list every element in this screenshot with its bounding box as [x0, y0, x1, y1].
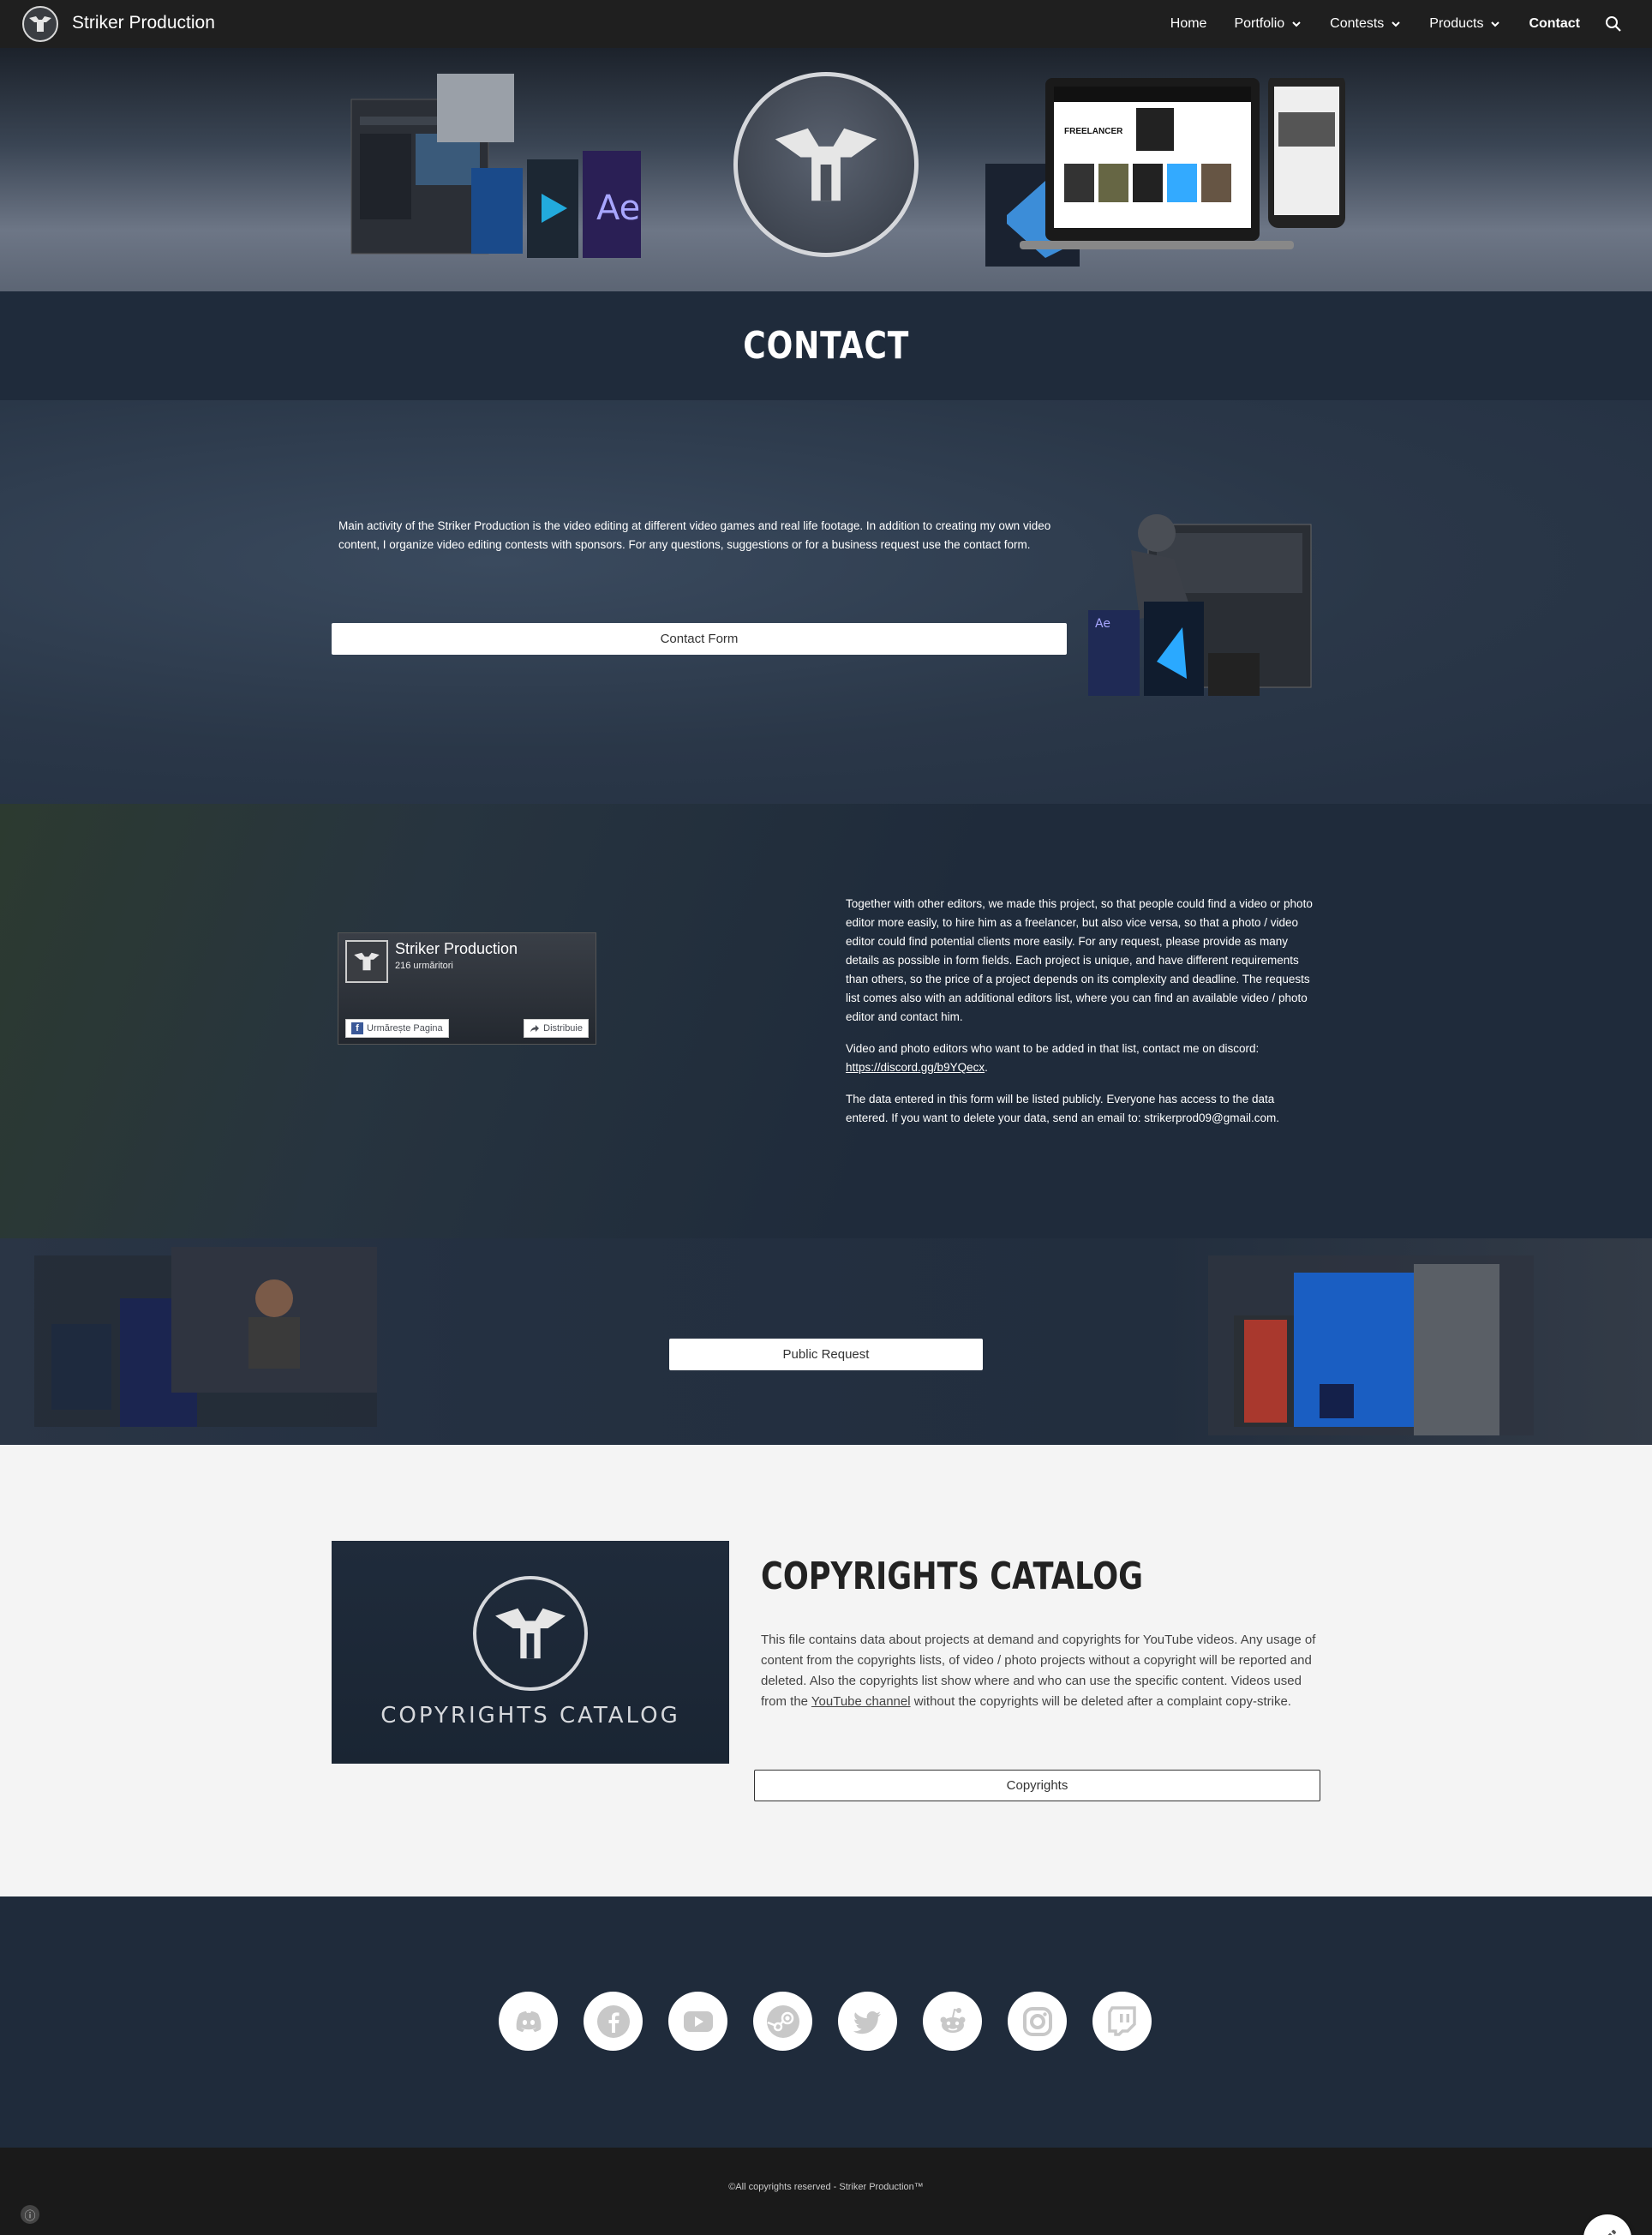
web-design-devices-image: FREELANCER — [985, 78, 1345, 267]
info-icon[interactable]: ⓘ — [21, 2205, 39, 2224]
page-title: CONTACT — [743, 324, 909, 368]
nav-item-portfolio[interactable]: Portfolio — [1234, 16, 1302, 32]
brand-logo-icon — [473, 1576, 588, 1691]
chevron-down-icon — [1292, 21, 1301, 27]
twitter-icon — [853, 2010, 881, 2034]
facebook-follow-button[interactable]: f Urmărește Pagina — [345, 1019, 449, 1038]
main-nav: Home Portfolio Contests Products Contact — [1143, 0, 1623, 48]
twitch-link-button[interactable] — [1092, 1992, 1152, 2051]
nav-item-home[interactable]: Home — [1170, 16, 1207, 32]
discord-link[interactable]: https://discord.gg/b9YQecx — [846, 1061, 985, 1074]
top-navigation-bar: Striker Production Home Portfolio Contes… — [0, 0, 1652, 48]
svg-text:Ae: Ae — [1095, 617, 1110, 631]
discord-prefix: Video and photo editors who want to be a… — [846, 1042, 1260, 1055]
video-editor-screens-image — [34, 1247, 377, 1427]
nav-item-contact[interactable]: Contact — [1529, 16, 1580, 32]
copyrights-description: This file contains data about projects a… — [761, 1630, 1320, 1712]
search-icon[interactable] — [1604, 15, 1623, 33]
discord-icon — [516, 2010, 541, 2032]
page-title-band: CONTACT — [0, 291, 1652, 400]
facebook-icon: f — [351, 1022, 363, 1034]
contact-intro-text: Main activity of the Striker Production … — [338, 519, 1051, 551]
instagram-link-button[interactable] — [1008, 1992, 1067, 2051]
youtube-channel-link[interactable]: YouTube channel — [811, 1694, 911, 1709]
discord-link-button[interactable] — [499, 1992, 558, 2051]
social-links-section — [0, 1896, 1652, 2148]
pencil-icon — [1607, 2230, 1616, 2235]
svg-text:Ae: Ae — [596, 189, 640, 228]
facebook-share-button[interactable]: Distribuie — [524, 1019, 589, 1038]
copyrights-button[interactable]: Copyrights — [754, 1770, 1320, 1801]
reddit-link-button[interactable] — [923, 1992, 982, 2051]
social-icons-row — [499, 1992, 1152, 2051]
discord-suffix: . — [985, 1061, 988, 1074]
facebook-page-widget[interactable]: Striker Production 216 urmăritori f Urmă… — [338, 932, 596, 1045]
nav-label: Home — [1170, 16, 1207, 31]
copyrights-text-end: without the copyrights will be deleted a… — [910, 1694, 1291, 1709]
contact-form-button[interactable]: Contact Form — [332, 623, 1067, 655]
chevron-down-icon — [1491, 21, 1500, 27]
copyrights-image-label: COPYRIGHTS CATALOG — [380, 1703, 680, 1729]
site-title[interactable]: Striker Production — [72, 13, 215, 33]
copyrights-title: COPYRIGHTS CATALOG — [761, 1555, 1144, 1598]
freelancer-paragraph-3: The data entered in this form will be li… — [846, 1093, 1279, 1124]
edit-page-button[interactable] — [1583, 2214, 1631, 2235]
hero-banner: Ae FREELANCER — [0, 48, 1652, 291]
nav-label: Contests — [1330, 16, 1385, 31]
instagram-icon — [1022, 2006, 1052, 2036]
chevron-down-icon — [1392, 21, 1401, 27]
public-request-section: Public Request — [0, 1238, 1652, 1445]
facebook-link-button[interactable] — [584, 1992, 643, 2051]
freelancer-paragraph-2: Video and photo editors who want to be a… — [846, 1040, 1315, 1077]
contact-intro-section: Main activity of the Striker Production … — [0, 400, 1652, 804]
copyright-text: ©All copyrights reserved - Striker Produ… — [728, 2182, 924, 2192]
nav-label: Products — [1429, 16, 1484, 31]
steam-icon — [766, 2004, 799, 2038]
freelancer-paragraph-1: Together with other editors, we made thi… — [846, 897, 1313, 1023]
freelancer-section: Striker Production 216 urmăritori f Urmă… — [0, 804, 1652, 1238]
nav-item-products[interactable]: Products — [1429, 16, 1501, 32]
twitch-icon — [1107, 2005, 1136, 2036]
facebook-share-label: Distribuie — [543, 1023, 583, 1034]
soldier-editing-software-image: Ae — [1088, 514, 1312, 696]
facebook-page-name[interactable]: Striker Production — [395, 940, 518, 958]
steam-link-button[interactable] — [753, 1992, 812, 2051]
site-footer: ©All copyrights reserved - Striker Produ… — [0, 2148, 1652, 2235]
site-logo-icon[interactable] — [22, 6, 58, 42]
brand-logo-icon — [733, 72, 919, 257]
youtube-link-button[interactable] — [668, 1992, 727, 2051]
reddit-icon — [940, 2007, 965, 2033]
copyrights-section: COPYRIGHTS CATALOG COPYRIGHTS CATALOG Th… — [0, 1445, 1652, 1896]
design-software-boxes-image — [1208, 1255, 1534, 1435]
twitter-link-button[interactable] — [838, 1992, 897, 2051]
nav-label: Portfolio — [1234, 16, 1285, 31]
public-request-button[interactable]: Public Request — [669, 1339, 983, 1370]
copyrights-catalog-image[interactable]: COPYRIGHTS CATALOG — [332, 1541, 729, 1764]
facebook-page-avatar[interactable] — [345, 940, 388, 983]
svg-text:FREELANCER: FREELANCER — [1064, 127, 1123, 136]
share-icon — [530, 1025, 540, 1033]
nav-item-contests[interactable]: Contests — [1330, 16, 1402, 32]
facebook-followers-count: 216 urmăritori — [395, 961, 453, 971]
facebook-follow-label: Urmărește Pagina — [367, 1023, 443, 1034]
editing-software-collage-image: Ae — [350, 74, 641, 258]
nav-label: Contact — [1529, 16, 1580, 31]
facebook-icon — [596, 2004, 630, 2038]
youtube-icon — [683, 2010, 713, 2032]
freelancer-description: Together with other editors, we made thi… — [846, 895, 1315, 1141]
